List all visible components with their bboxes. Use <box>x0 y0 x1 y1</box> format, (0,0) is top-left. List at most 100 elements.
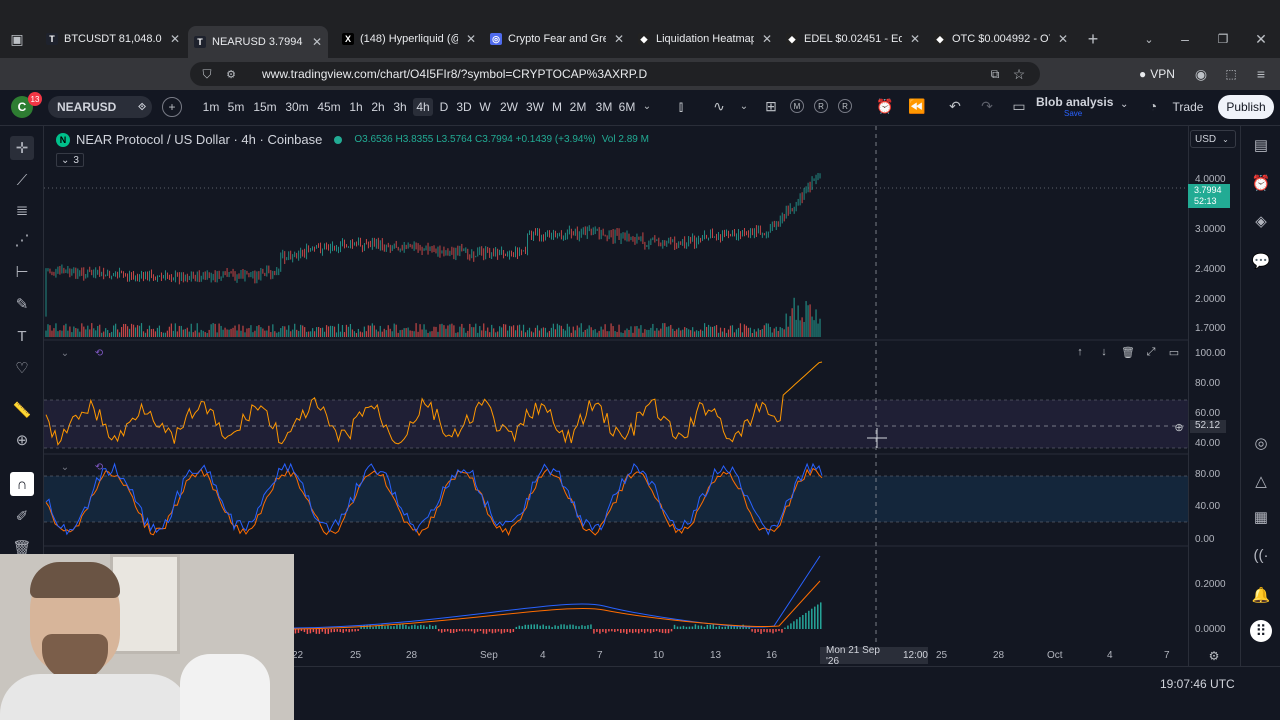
interval-1m[interactable]: 1m <box>200 98 222 116</box>
symbol-search-button[interactable]: NEARUSD ⟐ <box>48 96 152 118</box>
layout-icon[interactable]: ▭ <box>1010 97 1028 115</box>
interval-3w[interactable]: 3W <box>524 98 546 116</box>
favorites-heart-icon[interactable]: ♡ <box>10 356 34 380</box>
interval-3m[interactable]: 3M <box>593 98 615 116</box>
interval-1h[interactable]: 1h <box>347 98 365 116</box>
fib-tool-icon[interactable]: ≣ <box>10 198 34 222</box>
object-tree-icon[interactable]: ◈ <box>1250 210 1272 232</box>
profile-icon[interactable]: ◉ <box>1192 65 1210 83</box>
redo-icon[interactable]: ↷ <box>978 97 996 115</box>
site-settings-icon[interactable]: ⚙ <box>222 65 240 83</box>
utc-clock[interactable]: 19:07:46 UTC <box>1160 677 1235 691</box>
screenshot-icon[interactable]: ⧉ <box>986 65 1004 83</box>
indicator-collapse-button[interactable]: ⌄ 3 <box>56 153 84 167</box>
crosshair-tool-icon[interactable]: ✛ <box>10 136 34 160</box>
interval-dropdown-icon[interactable]: ⌄ <box>640 99 654 113</box>
calendar-icon[interactable]: ▦ <box>1250 506 1272 528</box>
browser-tab-2[interactable]: T NEARUSD 3.7994 ▲ + ✕ <box>188 26 328 58</box>
interval-6m[interactable]: 6M <box>617 98 637 116</box>
zoom-in-icon[interactable]: ⊕ <box>10 428 34 452</box>
interval-2m[interactable]: 2M <box>567 98 589 116</box>
close-tab-icon[interactable]: ✕ <box>312 35 322 49</box>
apps-grid-icon[interactable]: ⠿ <box>1250 620 1272 642</box>
indicators-icon[interactable]: ∿ <box>710 97 728 115</box>
interval-15m[interactable]: 15m <box>251 98 279 116</box>
close-window-icon[interactable]: ✕ <box>1252 30 1270 48</box>
close-tab-icon[interactable]: ✕ <box>762 32 772 46</box>
close-tab-icon[interactable]: ✕ <box>170 32 180 46</box>
interval-3d[interactable]: 3D <box>454 98 474 116</box>
browser-tab-4[interactable]: ◎ Crypto Fear and Greed ✕ <box>484 27 624 51</box>
mini-chip-1[interactable]: M <box>790 99 804 113</box>
security-shield-icon[interactable]: ⛉ <box>198 65 216 83</box>
interval-m[interactable]: M <box>550 98 564 116</box>
alerts-clock-icon[interactable]: ⏰ <box>1250 172 1272 194</box>
candle-type-icon[interactable]: ⫾ <box>672 97 690 115</box>
interval-30m[interactable]: 30m <box>284 98 310 116</box>
interval-3h[interactable]: 3h <box>391 98 409 116</box>
brush-tool-icon[interactable]: ✎ <box>10 292 34 316</box>
time-axis-settings-icon[interactable]: ⚙ <box>1206 648 1222 664</box>
browser-tab-1[interactable]: T BTCUSDT 81,048.00 ▲ ✕ <box>40 27 180 51</box>
browser-tab-7[interactable]: ◆ OTC $0.004992 - OTC / ✕ <box>928 27 1068 51</box>
pane-collapse-icon[interactable]: ⌄ <box>58 346 72 360</box>
close-tab-icon[interactable]: ✕ <box>910 32 920 46</box>
browser-menu-icon[interactable]: ≡ <box>1252 65 1270 83</box>
compare-add-icon[interactable]: + <box>162 97 182 117</box>
indicators-dropdown-icon[interactable]: ⌄ <box>738 99 750 113</box>
pane-collapse-icon-2[interactable]: ⌄ <box>58 460 72 474</box>
symbol-title[interactable]: NEAR Protocol / US Dollar · 4h · Coinbas… <box>76 132 322 147</box>
publish-button[interactable]: Publish <box>1218 95 1274 119</box>
currency-selector[interactable]: USD ⌄ <box>1190 130 1236 148</box>
patterns-tool-icon[interactable]: ⋰ <box>10 228 34 252</box>
close-tab-icon[interactable]: ✕ <box>1058 32 1068 46</box>
interval-2w[interactable]: 2W <box>498 98 520 116</box>
indicator-settings-icon-2[interactable]: ⟲ <box>92 460 106 474</box>
tab-search-icon[interactable]: ⌄ <box>1140 30 1158 48</box>
notifications-bell-icon[interactable]: 🔔 <box>1250 584 1272 606</box>
indicator-settings-icon[interactable]: ⟲ <box>92 346 106 360</box>
replay-icon[interactable]: ⏪ <box>908 97 926 115</box>
close-tab-icon[interactable]: ✕ <box>466 32 476 46</box>
interval-w[interactable]: W <box>477 98 493 116</box>
maximize-pane-icon[interactable]: ⤢ <box>1143 344 1159 360</box>
undo-icon[interactable]: ↶ <box>946 97 964 115</box>
browser-tab-5[interactable]: ◆ Liquidation Heatmap,B ✕ <box>632 27 772 51</box>
magnet-icon[interactable]: ∩ <box>10 472 34 496</box>
minimize-icon[interactable]: – <box>1176 30 1194 48</box>
trade-button[interactable]: Trade <box>1168 96 1208 118</box>
stream-icon[interactable]: ((· <box>1250 544 1272 566</box>
layout-name-button[interactable]: Blob analysis Save ⌄ <box>1036 95 1130 119</box>
move-pane-down-icon[interactable]: ↓ <box>1096 344 1112 360</box>
interval-45m[interactable]: 45m <box>316 98 342 116</box>
restore-icon[interactable]: ❐ <box>1214 30 1232 48</box>
tab-overview-icon[interactable]: ▣ <box>8 30 26 48</box>
delete-pane-icon[interactable]: 🗑 <box>1120 344 1136 360</box>
add-alert-plus-icon[interactable]: ⊕ <box>1172 420 1186 434</box>
templates-icon[interactable]: ⊞ <box>762 97 780 115</box>
bookmark-star-icon[interactable]: ☆ <box>1010 65 1028 83</box>
ruler-icon[interactable]: 📏 <box>10 398 34 422</box>
watchlist-icon[interactable]: ▤ <box>1250 134 1272 156</box>
url-input[interactable]: www.tradingview.com/chart/O4I5FIr8/?symb… <box>190 62 1040 86</box>
chat-icon[interactable]: 💬 <box>1250 250 1272 272</box>
quick-search-icon[interactable]: ◔ <box>1144 97 1162 115</box>
interval-2h[interactable]: 2h <box>369 98 387 116</box>
browser-tab-6[interactable]: ◆ EDEL $0.02451 - Edel / ✕ <box>780 27 920 51</box>
target-icon[interactable]: ◎ <box>1250 432 1272 454</box>
extensions-icon[interactable]: ⬚ <box>1222 65 1240 83</box>
new-tab-icon[interactable]: + <box>1084 29 1102 49</box>
vpn-button[interactable]: ● VPN <box>1134 65 1180 83</box>
ideas-icon[interactable]: △ <box>1250 470 1272 492</box>
interval-5m[interactable]: 5m <box>226 98 246 116</box>
lock-drawings-icon[interactable]: ✐ <box>10 504 34 528</box>
trendline-tool-icon[interactable]: ⟋ <box>10 168 34 192</box>
close-tab-icon[interactable]: ✕ <box>614 32 624 46</box>
move-pane-up-icon[interactable]: ↑ <box>1072 344 1088 360</box>
collapse-pane-icon[interactable]: ▭ <box>1166 344 1182 360</box>
interval-4h[interactable]: 4h <box>413 98 433 116</box>
measure-tool-icon[interactable]: ⊢ <box>10 260 34 284</box>
alert-icon[interactable]: ⏰ <box>876 97 894 115</box>
interval-d[interactable]: D <box>436 98 452 116</box>
mini-chip-2[interactable]: R <box>814 99 828 113</box>
